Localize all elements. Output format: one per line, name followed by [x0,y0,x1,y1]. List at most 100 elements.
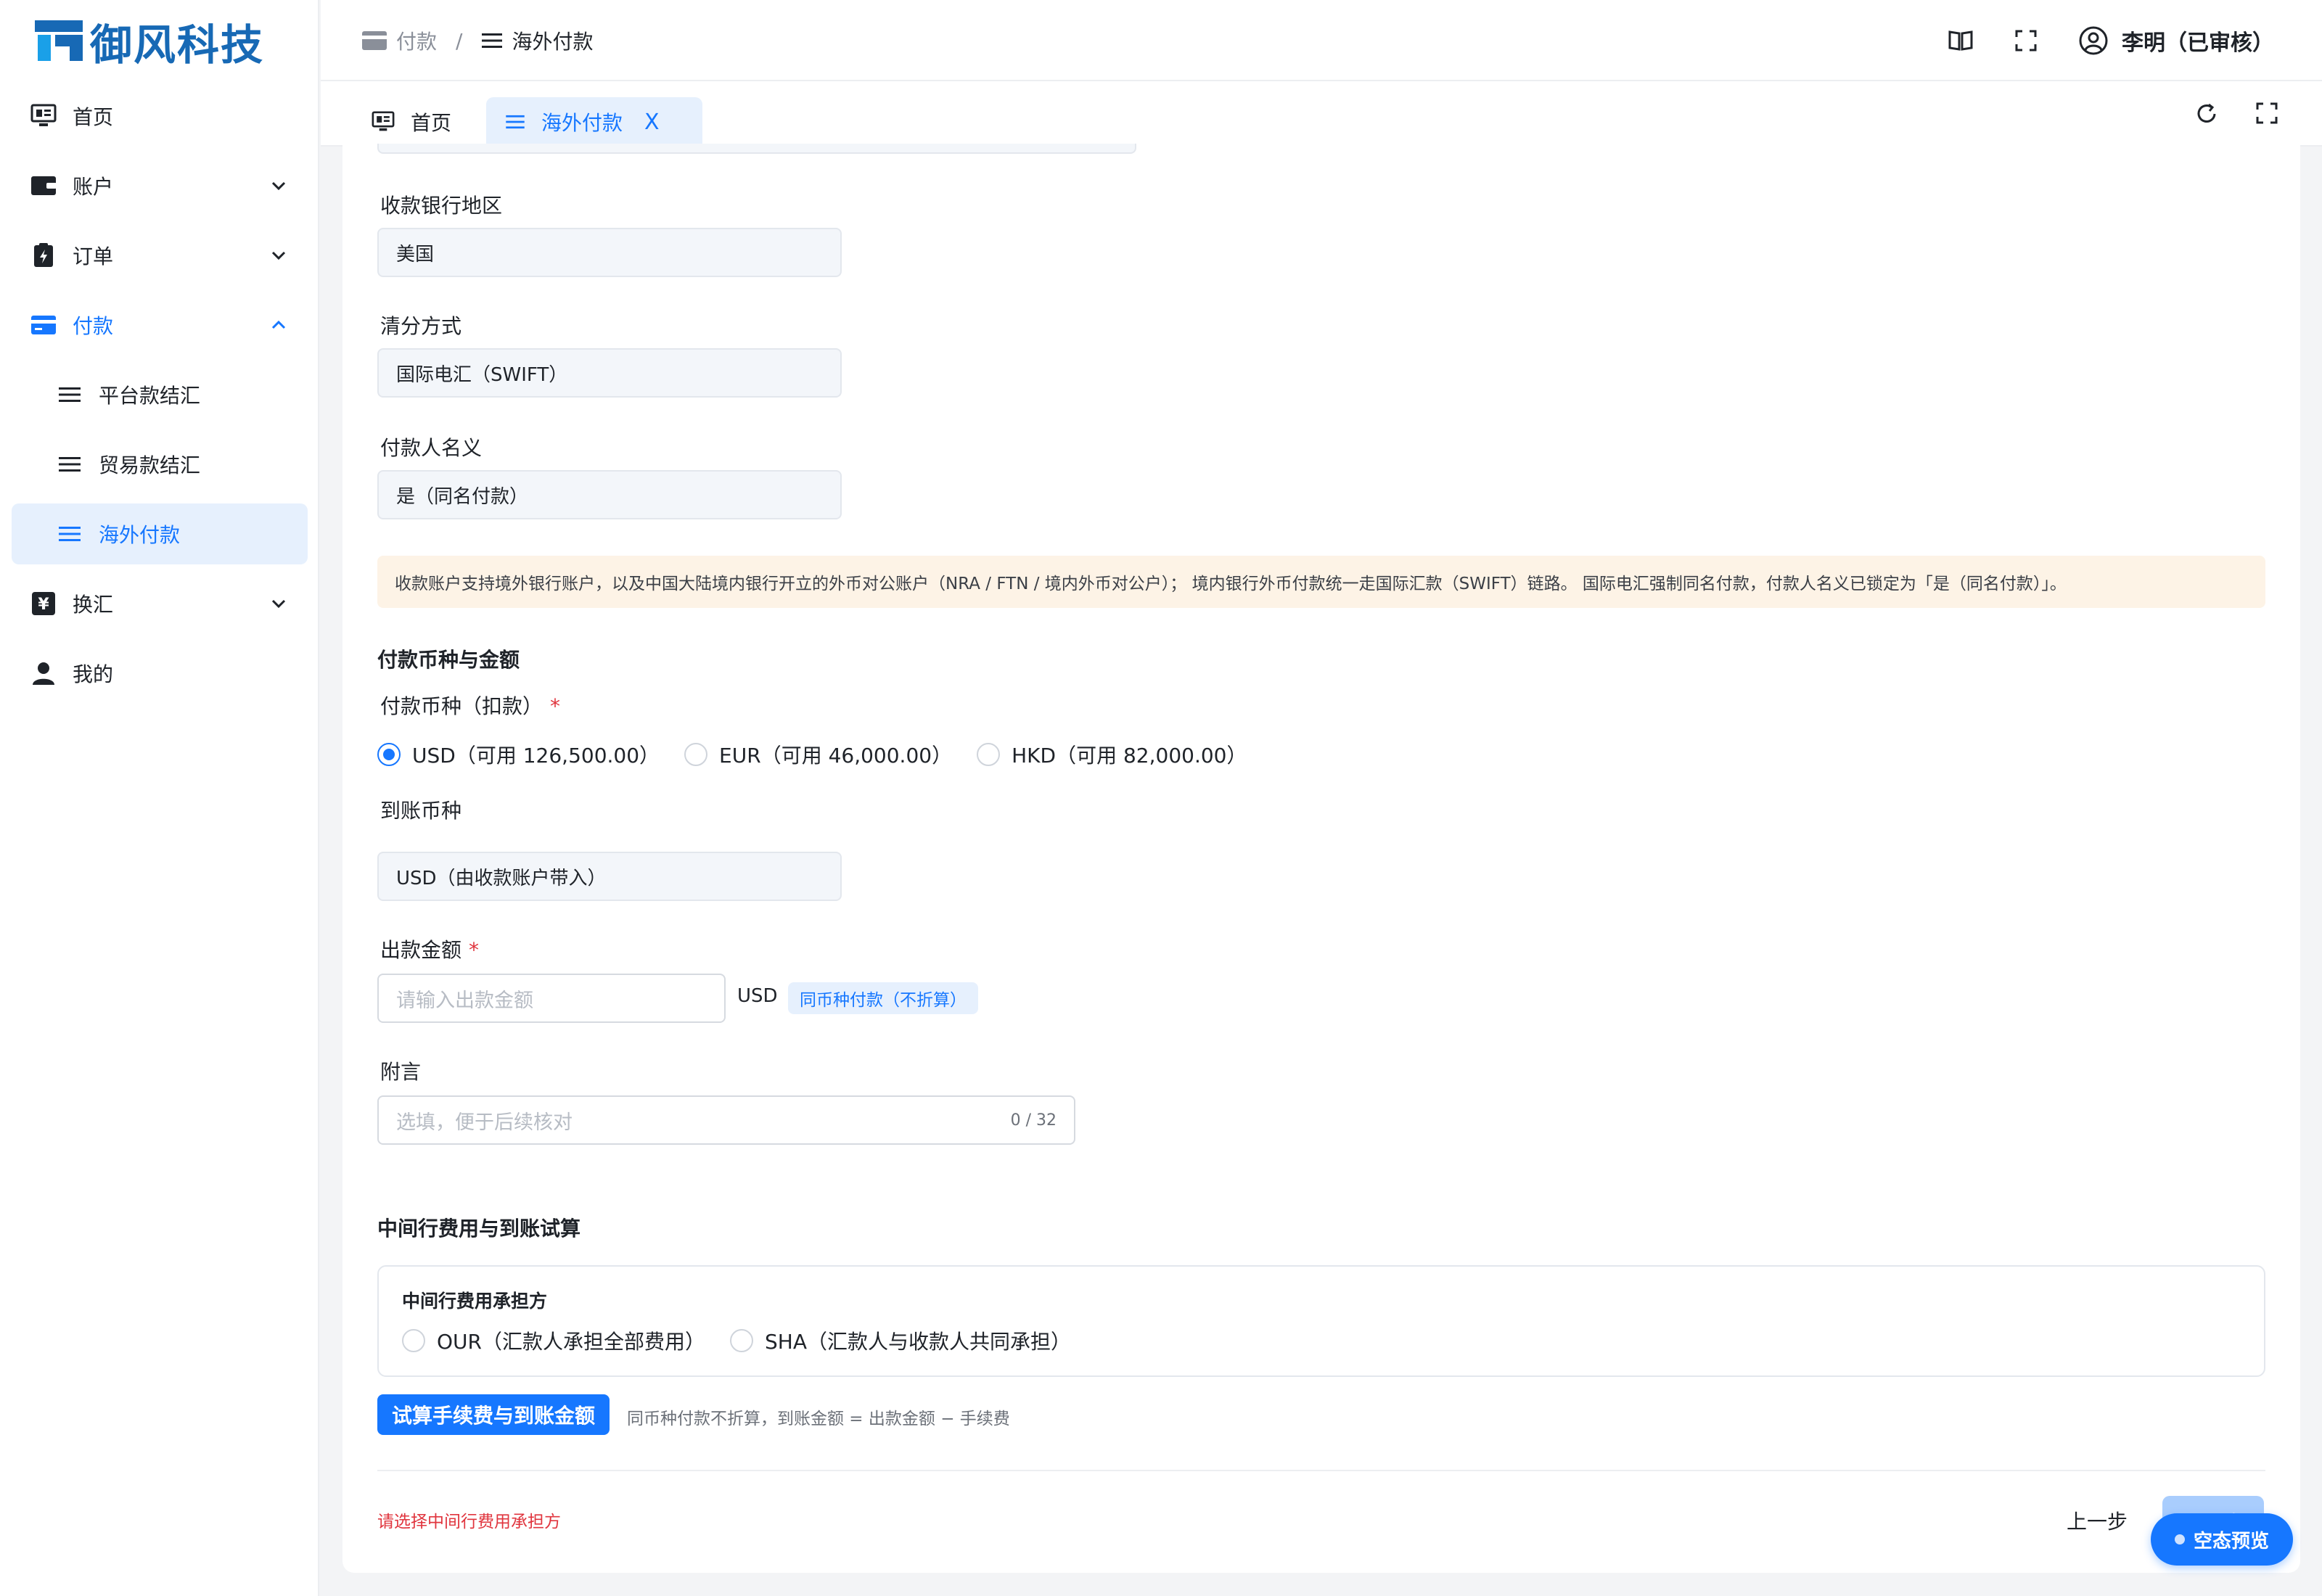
payer-name-field: 是（同名付款） [377,470,842,519]
amount-currency: USD [737,985,778,1007]
book-icon[interactable] [1948,29,1974,52]
validation-error: 请选择中间行费用承担方 [377,1513,561,1531]
sidebar-item-label: 订单 [73,244,114,268]
bank-region-label: 收款银行地区 [380,194,503,218]
memo-label: 附言 [380,1060,422,1084]
radio-circle[interactable] [402,1329,425,1352]
menu-icon [55,380,84,409]
breadcrumb-separator: / [456,28,463,53]
sidebar-item-label: 贸易款结汇 [99,453,201,477]
monitor-icon [372,111,395,131]
fee-bearer-box: 中间行费用承担方 OUR（汇款人承担全部费用） SHA（汇款人与收款人共同承担） [377,1265,2265,1377]
radio-sha[interactable]: SHA（汇款人与收款人共同承担） [730,1326,1071,1355]
expand-icon[interactable] [2255,102,2278,129]
sidebar-item-orders[interactable]: 订单 [12,225,308,286]
tab-bar: 首页 海外付款 X [321,81,2322,147]
refresh-icon[interactable] [2194,102,2219,129]
status-dot [2174,1534,2185,1544]
svg-text:¥: ¥ [38,596,49,614]
sidebar-item-exchange[interactable]: ¥ 换汇 [12,573,308,634]
receive-currency-field: USD（由收款账户带入） [377,852,842,901]
header-actions: 李明（已审核） [1907,22,2274,59]
same-currency-tag: 同币种付款（不折算） [788,982,978,1014]
brand-logo-icon [35,17,83,65]
calculate-fee-button[interactable]: 试算手续费与到账金额 [377,1394,610,1435]
close-icon[interactable]: X [644,110,660,135]
user-name: 李明（已审核） [2122,30,2274,56]
chevron-down-icon [268,176,289,196]
menu-icon [55,450,84,479]
wallet-icon [29,171,58,200]
sidebar-item-home[interactable]: 首页 [12,86,308,147]
radio-circle[interactable] [684,743,708,766]
radio-circle[interactable] [377,743,401,766]
sidebar-item-label: 平台款结汇 [99,384,201,408]
sidebar-item-overseas-payment[interactable]: 海外付款 [12,503,308,564]
pay-currency-radio-group: USD（可用 126,500.00） EUR（可用 46,000.00） HKD… [377,740,1271,769]
radio-hkd[interactable]: HKD（可用 82,000.00） [977,740,1247,769]
tab-label: 海外付款 [541,111,623,135]
user-circle-icon [2079,26,2108,55]
radio-usd[interactable]: USD（可用 126,500.00） [377,740,660,769]
memo-char-count: 0 / 32 [1010,1111,1057,1130]
menu-icon [55,519,84,548]
sidebar: 御风科技 首页 账户 订单 付款 平台款结汇 贸易款结汇 海外付款 ¥ 换汇 我… [0,0,319,1596]
radio-eur[interactable]: EUR（可用 46,000.00） [684,740,952,769]
card-icon [29,310,58,340]
breadcrumb-item-payment[interactable]: 付款 [361,26,437,55]
chevron-down-icon [268,245,289,266]
notice-banner: 收款账户支持境外银行账户，以及中国大陆境内银行开立的外币对公账户（NRA / F… [377,556,2265,608]
amount-input[interactable]: 请输入出款金额 [377,974,726,1023]
required-mark: * [469,938,480,962]
card-icon [362,31,387,50]
receive-currency-label: 到账币种 [380,799,462,823]
radio-our[interactable]: OUR（汇款人承担全部费用） [402,1326,705,1355]
sidebar-item-account[interactable]: 账户 [12,155,308,216]
memo-input[interactable]: 选填，便于后续核对 0 / 32 [377,1095,1075,1145]
sidebar-item-platform-settlement[interactable]: 平台款结汇 [12,364,308,425]
user-menu[interactable]: 李明（已审核） [2078,25,2274,57]
amount-label: 出款金额 * [380,938,480,962]
radio-circle[interactable] [730,1329,753,1352]
top-header: 付款 / 海外付款 李明（已审核） [321,0,2322,81]
sidebar-item-trade-settlement[interactable]: 贸易款结汇 [12,434,308,495]
sidebar-item-mine[interactable]: 我的 [12,643,308,704]
bank-region-field: 美国 [377,228,842,277]
sidebar-item-label: 首页 [73,105,114,129]
fullscreen-icon[interactable] [2014,29,2038,52]
sidebar-item-label: 付款 [73,314,114,338]
sidebar-nav: 首页 账户 订单 付款 平台款结汇 贸易款结汇 海外付款 ¥ 换汇 我的 [12,86,308,712]
sidebar-item-label: 海外付款 [99,523,181,547]
payer-name-label: 付款人名义 [380,436,483,460]
tab-actions [2158,102,2278,129]
monitor-icon [29,102,58,131]
clearing-label: 清分方式 [380,314,462,338]
fee-bearer-label: 中间行费用承担方 [402,1291,548,1312]
pay-currency-label: 付款币种（扣款） * [380,694,561,718]
divider [377,1470,2265,1471]
order-icon [29,241,58,270]
tab-overseas-payment[interactable]: 海外付款 X [486,97,702,147]
brand-name: 御风科技 [90,20,265,70]
section-title-currency: 付款币种与金额 [377,648,520,672]
sidebar-item-payment[interactable]: 付款 [12,295,308,355]
tab-home[interactable]: 首页 [353,97,470,147]
fee-bearer-radio-group: OUR（汇款人承担全部费用） SHA（汇款人与收款人共同承担） [402,1326,1096,1355]
breadcrumb-item-current: 海外付款 [481,26,593,55]
required-mark: * [550,694,561,718]
payment-form-card: 收款银行地区 美国 清分方式 国际电汇（SWIFT） 付款人名义 是（同名付款）… [342,144,2300,1573]
sidebar-item-label: 换汇 [73,593,114,617]
breadcrumb: 付款 / 海外付款 [361,22,593,59]
menu-icon [482,33,503,48]
brand-logo[interactable]: 御风科技 [35,16,264,70]
empty-state-preview-button[interactable]: 空态预览 [2151,1513,2293,1566]
prev-step-button[interactable]: 上一步 [2067,1506,2128,1535]
calculate-hint: 同币种付款不折算，到账金额 = 出款金额 − 手续费 [627,1410,1010,1428]
chevron-up-icon [268,315,289,335]
tab-label: 首页 [411,111,452,135]
sidebar-item-label: 账户 [73,175,114,199]
previous-field-edge [377,144,1136,154]
radio-circle[interactable] [977,743,1001,766]
chevron-down-icon [268,593,289,614]
section-title-fee: 中间行费用与到账试算 [377,1217,581,1241]
